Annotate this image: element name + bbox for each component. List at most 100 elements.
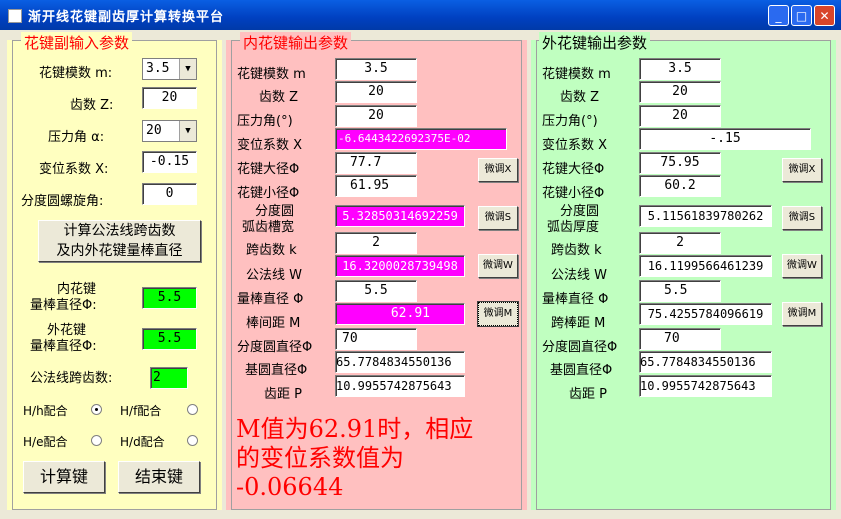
outer-module-value: 3.5 bbox=[639, 58, 721, 80]
chevron-down-icon[interactable]: ▼ bbox=[179, 59, 196, 79]
outer-m-value: 75.4255784096619 bbox=[639, 303, 772, 325]
input-panel: 花键副输入参数 花键模数 m: 3.5 ▼ 齿数 Z: 20 压力角 α: 20 ▼… bbox=[7, 32, 222, 510]
outer-major-value: 75.95 bbox=[639, 152, 721, 174]
outer-shift-label: 变位系数 X bbox=[542, 138, 608, 153]
module-select[interactable]: 3.5 ▼ bbox=[142, 58, 197, 80]
span-input[interactable]: 2 bbox=[150, 367, 188, 389]
inner-shift-label: 变位系数 X bbox=[237, 138, 303, 153]
outer-pitch-value: 10.9955742875643 bbox=[639, 375, 772, 397]
inner-module-label: 花键模数 m bbox=[237, 67, 306, 82]
outer-base-dia-value: 65.7784834550136 bbox=[639, 351, 772, 373]
outer-major-label: 花键大径Φ bbox=[542, 162, 605, 177]
result-line-3: -0.06644 bbox=[236, 473, 344, 501]
outer-wk-label: 公法线 W bbox=[551, 268, 607, 283]
inner-pitch-value: 10.9955742875643 bbox=[335, 375, 465, 397]
calc-span-button[interactable]: 计算公法线跨齿数 及内外花键量棒直径 bbox=[38, 220, 201, 262]
chevron-down-icon[interactable]: ▼ bbox=[179, 121, 196, 141]
inner-span-value: 2 bbox=[335, 232, 417, 254]
outer-span-label: 跨齿数 k bbox=[551, 243, 602, 258]
outer-adjust-m-button[interactable]: 微调M bbox=[782, 302, 822, 326]
inner-m-label: 棒间距 M bbox=[246, 316, 301, 331]
helix-label: 分度圆螺旋角: bbox=[21, 194, 104, 209]
minimize-button[interactable]: _ bbox=[768, 5, 789, 26]
shift-input[interactable]: -0.15 bbox=[142, 151, 197, 173]
inner-adjust-m-button[interactable]: 微调M bbox=[477, 301, 519, 327]
outer-pitch-dia-label: 分度圆直径Φ bbox=[542, 340, 618, 355]
inner-teeth-value: 20 bbox=[335, 81, 417, 103]
inner-wk-label: 公法线 W bbox=[246, 268, 302, 283]
exit-button[interactable]: 结束键 bbox=[118, 461, 200, 493]
inner-wk-value: 16.3200028739498 bbox=[335, 255, 465, 277]
close-button[interactable]: ✕ bbox=[814, 5, 835, 26]
outer-adjust-w-button[interactable]: 微调W bbox=[782, 254, 822, 278]
outer-legend: 外花键输出参数 bbox=[539, 32, 651, 53]
result-line-2: 的变位系数值为 bbox=[236, 444, 404, 472]
fit-hd-radio[interactable] bbox=[187, 435, 198, 446]
maximize-button[interactable]: □ bbox=[791, 5, 812, 26]
inner-span-label: 跨齿数 k bbox=[246, 243, 297, 258]
outer-rod-dia-value: 5.5 bbox=[639, 280, 721, 302]
outer-wk-value: 16.1199566461239 bbox=[639, 255, 772, 277]
inner-rod-label-2: 量棒直径Φ: bbox=[30, 298, 97, 313]
fit-hf-radio[interactable] bbox=[187, 404, 198, 415]
outer-rod-input[interactable]: 5.5 bbox=[142, 328, 197, 350]
outer-base-dia-label: 基圆直径Φ bbox=[550, 363, 613, 378]
inner-pressure-label: 压力角(°) bbox=[237, 114, 293, 129]
window-title: 渐开线花键副齿厚计算转换平台 bbox=[28, 10, 225, 25]
inner-pressure-value: 20 bbox=[335, 105, 417, 127]
compute-button[interactable]: 计算键 bbox=[23, 461, 105, 493]
outer-adjust-s-button[interactable]: 微调S bbox=[782, 206, 822, 230]
title-bar: 渐开线花键副齿厚计算转换平台 _ □ ✕ bbox=[0, 0, 841, 30]
fit-hh-label[interactable]: H/h配合 bbox=[23, 402, 68, 419]
outer-adjust-x-button[interactable]: 微调X bbox=[782, 158, 822, 182]
inner-rod-input[interactable]: 5.5 bbox=[142, 287, 197, 309]
calc-span-button-line1: 计算公法线跨齿数 bbox=[63, 223, 176, 239]
app-icon bbox=[8, 9, 22, 23]
outer-rod-label-2: 量棒直径Φ: bbox=[30, 339, 97, 354]
shift-label: 变位系数 X: bbox=[39, 162, 109, 177]
inner-pitch-dia-label: 分度圆直径Φ bbox=[237, 340, 313, 355]
fit-he-radio[interactable] bbox=[91, 435, 102, 446]
input-legend: 花键副输入参数 bbox=[21, 32, 133, 53]
outer-teeth-label: 齿数 Z bbox=[560, 90, 600, 105]
pressure-select[interactable]: 20 ▼ bbox=[142, 120, 197, 142]
inner-minor-label: 花键小径Φ bbox=[237, 186, 300, 201]
inner-legend: 内花键输出参数 bbox=[240, 32, 352, 53]
inner-space-width-value: 5.32850314692259 bbox=[335, 205, 465, 227]
outer-m-label: 跨棒距 M bbox=[551, 316, 606, 331]
inner-adjust-w-button[interactable]: 微调W bbox=[478, 254, 518, 278]
inner-adjust-x-button[interactable]: 微调X bbox=[478, 158, 518, 182]
inner-base-dia-label: 基圆直径Φ bbox=[245, 363, 308, 378]
result-line-1: M值为62.91时，相应 bbox=[236, 415, 474, 443]
span-label: 公法线跨齿数: bbox=[30, 371, 113, 386]
inner-teeth-label: 齿数 Z bbox=[259, 90, 299, 105]
teeth-input[interactable]: 20 bbox=[142, 87, 197, 109]
outer-module-label: 花键模数 m bbox=[542, 67, 611, 82]
outer-span-value: 2 bbox=[639, 232, 721, 254]
outer-pitch-dia-value: 70 bbox=[639, 328, 721, 350]
inner-shift-value: -6.6443422692375E-02 bbox=[335, 128, 507, 150]
outer-pitch-label: 齿距 P bbox=[569, 387, 607, 402]
inner-pitch-label: 齿距 P bbox=[264, 387, 302, 402]
result-message: M值为62.91时，相应 的变位系数值为 -0.06644 bbox=[236, 415, 526, 502]
pressure-select-value: 20 bbox=[146, 123, 162, 138]
inner-space-width-label: 弧齿槽宽 bbox=[242, 220, 295, 235]
fit-hd-label[interactable]: H/d配合 bbox=[120, 433, 165, 450]
inner-base-dia-value: 65.7784834550136 bbox=[335, 351, 465, 373]
inner-major-value: 77.7 bbox=[335, 152, 417, 174]
outer-pressure-value: 20 bbox=[639, 105, 721, 127]
outer-minor-label: 花键小径Φ bbox=[542, 186, 605, 201]
outer-thickness-label: 弧齿厚度 bbox=[547, 220, 600, 235]
outer-minor-value: 60.2 bbox=[639, 175, 721, 197]
pressure-label: 压力角 α: bbox=[48, 130, 105, 145]
fit-he-label[interactable]: H/e配合 bbox=[23, 433, 67, 450]
inner-minor-value: 61.95 bbox=[335, 175, 417, 197]
helix-input[interactable]: 0 bbox=[142, 183, 197, 205]
fit-hh-radio[interactable] bbox=[91, 404, 102, 415]
module-label: 花键模数 m: bbox=[39, 66, 113, 81]
fit-hf-label[interactable]: H/f配合 bbox=[120, 402, 161, 419]
outer-shift-value: -.15 bbox=[639, 128, 811, 150]
calc-span-button-line2: 及内外花键量棒直径 bbox=[56, 243, 183, 259]
inner-adjust-s-button[interactable]: 微调S bbox=[478, 206, 518, 230]
teeth-label: 齿数 Z: bbox=[70, 98, 114, 113]
